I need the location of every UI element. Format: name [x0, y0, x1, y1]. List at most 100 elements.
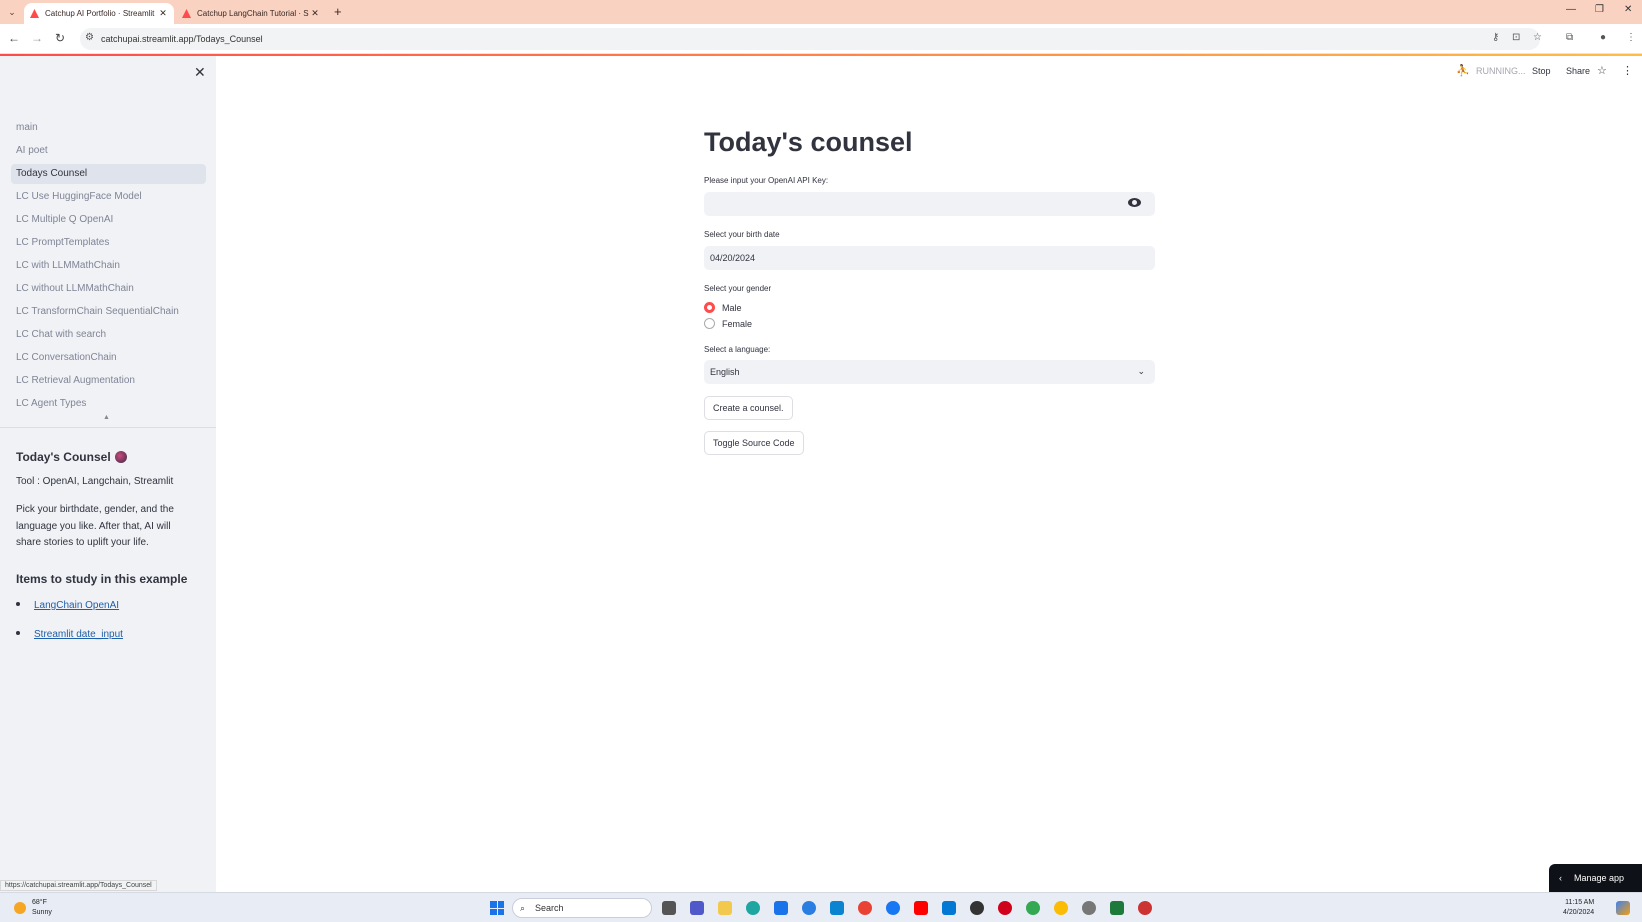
tab-search-chevron-icon[interactable]: ⌄ — [6, 6, 18, 18]
sidebar-item-lc-chat-with-search[interactable]: LC Chat with search — [11, 325, 206, 345]
copilot-icon[interactable] — [1616, 901, 1630, 915]
chrome-icon[interactable] — [858, 901, 872, 915]
tab-catchup-portfolio[interactable]: Catchup AI Portfolio · Streamlit ✕ — [24, 3, 174, 24]
running-status: RUNNING... — [1476, 66, 1526, 76]
birth-date-label: Select your birth date — [704, 230, 780, 239]
sidebar-item-lc-without-llmmathchain[interactable]: LC without LLMMathChain — [11, 279, 206, 299]
bullet-icon — [16, 631, 20, 635]
password-key-icon[interactable]: ⚷ — [1492, 32, 1499, 43]
gender-option-female[interactable]: Female — [704, 318, 752, 329]
manage-app-button[interactable]: ‹ Manage app — [1549, 864, 1642, 892]
stop-button[interactable]: Stop — [1532, 66, 1551, 76]
sidebar-info-title: Today's Counsel — [16, 450, 127, 464]
opera-icon[interactable] — [998, 901, 1012, 915]
extensions-icon[interactable]: ⧉ — [1566, 32, 1573, 43]
sidebar-close-icon[interactable]: ✕ — [194, 64, 206, 81]
sidebar-item-lc-huggingface[interactable]: LC Use HuggingFace Model — [11, 187, 206, 207]
tab-label: Catchup LangChain Tutorial · S — [197, 9, 309, 18]
facebook-icon[interactable] — [886, 901, 900, 915]
restore-icon[interactable]: ❐ — [1595, 4, 1604, 15]
maps-icon[interactable] — [970, 901, 984, 915]
show-password-eye-icon[interactable] — [1128, 198, 1141, 207]
birth-date-value: 04/20/2024 — [710, 253, 756, 263]
install-app-icon[interactable]: ⊡ — [1512, 32, 1520, 43]
favorite-star-icon[interactable]: ☆ — [1597, 64, 1607, 77]
chevron-left-icon: ‹ — [1559, 873, 1562, 883]
sidebar-item-lc-retrieval-augmentation[interactable]: LC Retrieval Augmentation — [11, 371, 206, 391]
api-key-input[interactable] — [704, 192, 1155, 216]
sidebar-item-lc-agent-types[interactable]: LC Agent Types — [11, 394, 206, 414]
weather-condition: Sunny — [32, 909, 52, 916]
radio-unselected-icon[interactable] — [704, 318, 715, 329]
excel-icon[interactable] — [1110, 901, 1124, 915]
window-close-icon[interactable]: ✕ — [1624, 4, 1632, 15]
teams-icon[interactable] — [690, 901, 704, 915]
language-value: English — [710, 367, 740, 377]
gender-label: Select your gender — [704, 284, 772, 293]
sidebar-item-lc-with-llmmathchain[interactable]: LC with LLMMathChain — [11, 256, 206, 276]
sidebar-item-lc-conversationchain[interactable]: LC ConversationChain — [11, 348, 206, 368]
list-item: LangChain OpenAI — [16, 600, 119, 611]
sidebar-item-lc-transformchain[interactable]: LC TransformChain SequentialChain — [11, 302, 206, 322]
link-streamlit-date-input[interactable]: Streamlit date_input — [34, 629, 123, 640]
tab-catchup-langchain[interactable]: Catchup LangChain Tutorial · S ✕ — [176, 3, 326, 24]
sidebar-tool-line: Tool : OpenAI, Langchain, Streamlit — [16, 476, 174, 487]
profile-avatar-icon[interactable]: ● — [1600, 32, 1606, 43]
birth-date-input[interactable]: 04/20/2024 — [704, 246, 1155, 270]
browser-menu-icon[interactable]: ⋮ — [1626, 32, 1636, 43]
url-field[interactable] — [80, 28, 1540, 50]
toggle-source-code-button[interactable]: Toggle Source Code — [704, 431, 804, 455]
search-icon: ⌕ — [520, 903, 526, 913]
taskbar: 68°F Sunny Search ⌕ 11:15 AM 4/20/2024 — [0, 892, 1642, 922]
new-tab-icon[interactable]: + — [334, 4, 342, 19]
main-content: ⛹ RUNNING... Stop Share ☆ ⋮ — [216, 56, 1642, 892]
store-icon[interactable] — [774, 901, 788, 915]
sidebar-info-title-text: Today's Counsel — [16, 450, 111, 464]
taskbar-search-box[interactable]: Search — [512, 898, 652, 918]
chrome-active-icon[interactable] — [1054, 901, 1068, 915]
reload-icon[interactable]: ↻ — [52, 31, 68, 45]
sidebar-item-ai-poet[interactable]: AI poet — [11, 141, 206, 161]
site-info-icon[interactable]: ⚙ — [85, 32, 94, 43]
clock-date: 4/20/2024 — [1563, 909, 1595, 916]
app-menu-icon[interactable]: ⋮ — [1622, 64, 1633, 77]
tab-close-icon[interactable]: ✕ — [158, 8, 168, 19]
vscode-icon[interactable] — [942, 901, 956, 915]
sidebar-item-todays-counsel[interactable]: Todays Counsel — [11, 164, 206, 184]
settings-gear-icon[interactable] — [1082, 901, 1096, 915]
address-bar: ← → ↻ ⚙ catchupai.streamlit.app/Todays_C… — [0, 24, 1642, 54]
weather-widget[interactable]: 68°F Sunny — [32, 898, 52, 918]
share-button[interactable]: Share — [1566, 66, 1590, 76]
sidebar-item-lc-multiple-q[interactable]: LC Multiple Q OpenAI — [11, 210, 206, 230]
file-explorer-icon[interactable] — [718, 901, 732, 915]
sidebar: ✕ main AI poet Todays Counsel LC Use Hug… — [0, 56, 216, 892]
taskbar-clock[interactable]: 11:15 AM 4/20/2024 — [1563, 898, 1594, 918]
minimize-icon[interactable]: — — [1566, 4, 1576, 15]
gender-option-male[interactable]: Male — [704, 302, 742, 313]
forward-icon[interactable]: → — [29, 31, 45, 45]
edge-icon[interactable] — [746, 901, 760, 915]
page-title: Today's counsel — [704, 127, 913, 157]
chevron-down-icon[interactable]: ⌄ — [1137, 366, 1145, 377]
windows-start-icon[interactable] — [490, 901, 504, 915]
link-langchain-openai[interactable]: LangChain OpenAI — [34, 600, 119, 611]
app-icon[interactable] — [802, 901, 816, 915]
sidebar-item-lc-prompttemplates[interactable]: LC PromptTemplates — [11, 233, 206, 253]
create-counsel-button[interactable]: Create a counsel. — [704, 396, 793, 420]
language-label: Select a language: — [704, 345, 771, 354]
nav-collapse-caret-icon[interactable]: ▲ — [103, 414, 110, 421]
sidebar-item-main[interactable]: main — [11, 118, 206, 138]
tab-close-icon[interactable]: ✕ — [310, 8, 320, 19]
language-select[interactable]: English ⌄ — [704, 360, 1155, 384]
back-icon[interactable]: ← — [6, 31, 22, 45]
url-text[interactable]: catchupai.streamlit.app/Todays_Counsel — [101, 34, 263, 44]
manage-app-label: Manage app — [1574, 873, 1625, 883]
app-icon[interactable] — [830, 901, 844, 915]
radio-selected-icon[interactable] — [704, 302, 715, 313]
chrome-profile-icon[interactable] — [1026, 901, 1040, 915]
task-view-icon[interactable] — [662, 901, 676, 915]
youtube-icon[interactable] — [914, 901, 928, 915]
weather-sun-icon[interactable] — [14, 902, 26, 914]
snipping-tool-icon[interactable] — [1138, 901, 1152, 915]
bookmark-star-icon[interactable]: ☆ — [1533, 32, 1542, 43]
